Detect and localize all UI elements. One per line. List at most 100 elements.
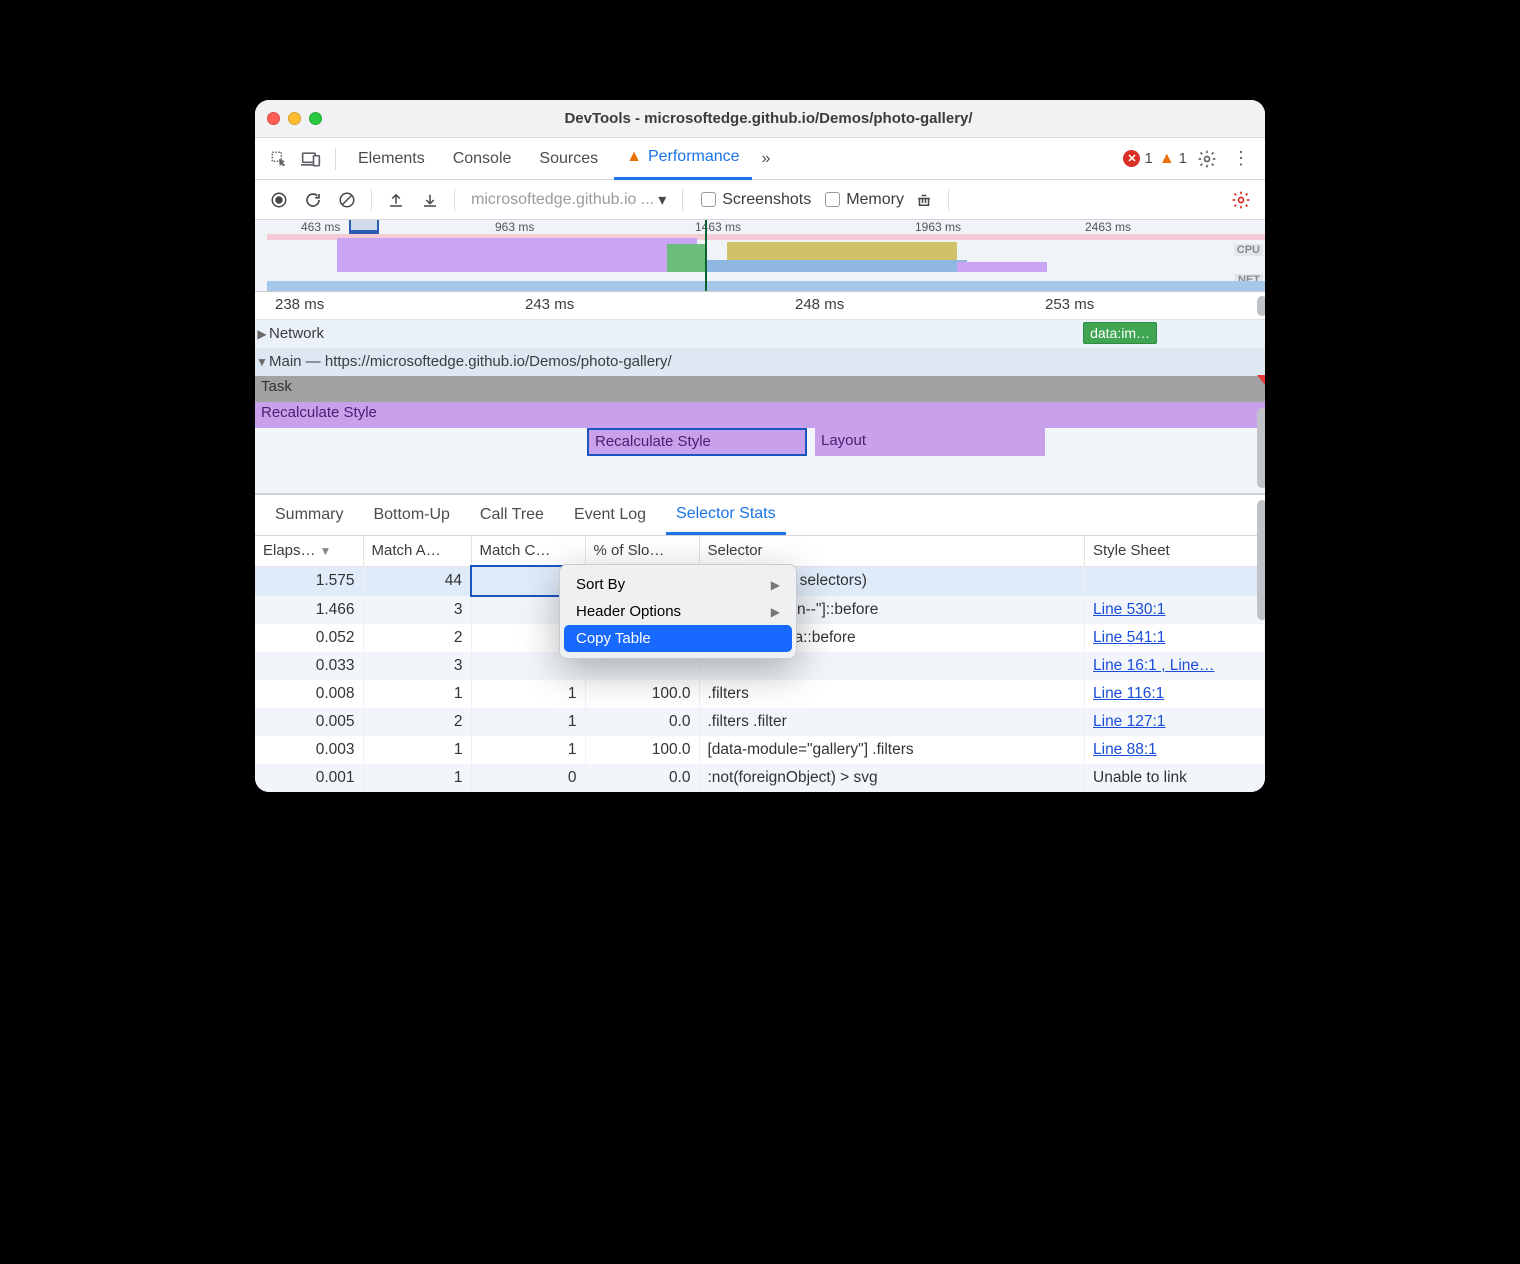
- reload-icon[interactable]: [299, 186, 327, 214]
- warnings-badge[interactable]: ▲ 1: [1159, 150, 1187, 168]
- track-spacer: [255, 458, 1265, 494]
- performance-toolbar: microsoftedge.github.io ... ▾ Screenshot…: [255, 180, 1265, 220]
- chevron-down-icon: ▾: [658, 190, 666, 210]
- inspect-icon[interactable]: [265, 145, 293, 173]
- recalc-style-bar[interactable]: Recalculate Style: [255, 402, 1265, 428]
- upload-icon[interactable]: [382, 186, 410, 214]
- col-stylesheet[interactable]: Style Sheet: [1085, 536, 1265, 566]
- menu-copy-table[interactable]: Copy Table: [564, 625, 792, 652]
- ruler-tick: 238 ms: [275, 296, 324, 313]
- flame-chart[interactable]: ▶ Network data:im… ▼ Main — https://micr…: [255, 320, 1265, 494]
- scrollbar-thumb[interactable]: [1257, 408, 1265, 488]
- col-match-count[interactable]: Match C…: [471, 536, 585, 566]
- memory-label: Memory: [846, 191, 904, 209]
- col-selector[interactable]: Selector: [699, 536, 1085, 566]
- table-header-row: Elaps…▼ Match A… Match C… % of Slo… Sele…: [255, 536, 1265, 566]
- screenshots-label: Screenshots: [722, 191, 811, 209]
- titlebar: DevTools - microsoftedge.github.io/Demos…: [255, 100, 1265, 138]
- stylesheet-link[interactable]: Line 16:1 , Line…: [1093, 657, 1215, 674]
- tab-bottom-up[interactable]: Bottom-Up: [363, 497, 459, 533]
- col-pct-slow[interactable]: % of Slo…: [585, 536, 699, 566]
- stylesheet-link[interactable]: Line 530:1: [1093, 601, 1165, 618]
- col-match-attempts[interactable]: Match A…: [363, 536, 471, 566]
- ruler-tick: 253 ms: [1045, 296, 1094, 313]
- detail-tabs: Summary Bottom-Up Call Tree Event Log Se…: [255, 494, 1265, 536]
- layout-bar[interactable]: Layout: [815, 428, 1045, 456]
- main-track-header[interactable]: ▼ Main — https://microsoftedge.github.io…: [255, 348, 1265, 376]
- target-label: microsoftedge.github.io ...: [471, 191, 654, 209]
- screenshots-checkbox[interactable]: Screenshots: [701, 191, 811, 209]
- ruler-tick: 248 ms: [795, 296, 844, 313]
- track-row: Recalculate Style Layout: [255, 428, 1265, 458]
- errors-badge[interactable]: ✕ 1: [1123, 150, 1152, 167]
- overview-tick: 1463 ms: [695, 220, 741, 234]
- overview-tick: 463 ms: [301, 220, 340, 234]
- stylesheet-link[interactable]: Line 116:1: [1093, 685, 1164, 702]
- issue-badges: ✕ 1 ▲ 1 ⋮: [1123, 145, 1255, 173]
- errors-count: 1: [1144, 150, 1152, 167]
- overview-tick: 963 ms: [495, 220, 534, 234]
- network-chip[interactable]: data:im…: [1083, 322, 1157, 344]
- menu-sort-by[interactable]: Sort By ▶: [564, 571, 792, 598]
- overview-timeline[interactable]: 463 ms 963 ms 1463 ms 1963 ms 2463 ms CP…: [255, 220, 1265, 292]
- chevron-right-icon: ▶: [771, 578, 780, 592]
- window-title: DevTools - microsoftedge.github.io/Demos…: [284, 110, 1253, 127]
- table-row[interactable]: 0.005 2 1 0.0 .filters .filter Line 127:…: [255, 708, 1265, 736]
- garbage-collect-icon[interactable]: [910, 186, 938, 214]
- cpu-label: CPU: [1234, 244, 1263, 256]
- menu-header-options[interactable]: Header Options ▶: [564, 598, 792, 625]
- selection-bracket[interactable]: [349, 220, 379, 234]
- memory-checkbox[interactable]: Memory: [825, 191, 904, 209]
- download-icon[interactable]: [416, 186, 444, 214]
- net-graph: [267, 281, 1265, 291]
- tab-sources[interactable]: Sources: [527, 138, 610, 180]
- sort-desc-icon: ▼: [320, 544, 332, 558]
- table-row[interactable]: 0.001 1 0 0.0 :not(foreignObject) > svg …: [255, 764, 1265, 792]
- tab-call-tree[interactable]: Call Tree: [470, 497, 554, 533]
- task-bar[interactable]: Task: [255, 376, 1265, 402]
- scrollbar-thumb[interactable]: [1257, 296, 1265, 316]
- stylesheet-link[interactable]: Line 127:1: [1093, 713, 1165, 730]
- tab-event-log[interactable]: Event Log: [564, 497, 656, 533]
- tab-elements[interactable]: Elements: [346, 138, 437, 180]
- record-icon[interactable]: [265, 186, 293, 214]
- stylesheet-link[interactable]: Line 88:1: [1093, 741, 1157, 758]
- expand-icon[interactable]: ▶: [255, 327, 269, 341]
- warnings-count: 1: [1179, 150, 1187, 167]
- collapse-icon[interactable]: ▼: [255, 355, 269, 369]
- tab-console[interactable]: Console: [441, 138, 524, 180]
- network-label: Network: [269, 325, 324, 342]
- tabs-more[interactable]: »: [756, 138, 777, 180]
- more-icon[interactable]: ⋮: [1227, 145, 1255, 173]
- tab-summary[interactable]: Summary: [265, 497, 353, 533]
- playhead-line: [705, 220, 707, 291]
- main-tabs: Elements Console Sources ▲ Performance »…: [255, 138, 1265, 180]
- recalc-style-selected[interactable]: Recalculate Style: [587, 428, 807, 456]
- clear-icon[interactable]: [333, 186, 361, 214]
- warning-icon: ▲: [1159, 150, 1175, 168]
- devtools-window: DevTools - microsoftedge.github.io/Demos…: [255, 100, 1265, 792]
- context-menu: Sort By ▶ Header Options ▶ Copy Table: [559, 564, 797, 659]
- device-toolbar-icon[interactable]: [297, 145, 325, 173]
- cpu-graph: CPU NET: [267, 234, 1265, 272]
- col-elapsed[interactable]: Elaps…▼: [255, 536, 363, 566]
- network-track[interactable]: ▶ Network data:im…: [255, 320, 1265, 348]
- scrollbar-thumb[interactable]: [1257, 500, 1265, 620]
- overview-tick: 2463 ms: [1085, 220, 1131, 234]
- stylesheet-link[interactable]: Line 541:1: [1093, 629, 1165, 646]
- capture-settings-icon[interactable]: [1227, 186, 1255, 214]
- table-row[interactable]: 0.008 1 1 100.0 .filters Line 116:1: [255, 680, 1265, 708]
- main-label: Main — https://microsoftedge.github.io/D…: [269, 353, 672, 370]
- timeline-ruler[interactable]: 238 ms 243 ms 248 ms 253 ms: [255, 292, 1265, 320]
- selector-stats-table-wrap: Elaps…▼ Match A… Match C… % of Slo… Sele…: [255, 536, 1265, 792]
- close-window-button[interactable]: [267, 112, 280, 125]
- long-task-marker: [1257, 375, 1265, 385]
- target-selector[interactable]: microsoftedge.github.io ... ▾: [465, 188, 672, 212]
- tab-selector-stats[interactable]: Selector Stats: [666, 496, 786, 535]
- settings-icon[interactable]: [1193, 145, 1221, 173]
- checkbox-icon: [825, 192, 840, 207]
- table-row[interactable]: 0.003 1 1 100.0 [data-module="gallery"] …: [255, 736, 1265, 764]
- overview-tick: 1963 ms: [915, 220, 961, 234]
- tab-performance[interactable]: ▲ Performance: [614, 138, 751, 180]
- checkbox-icon: [701, 192, 716, 207]
